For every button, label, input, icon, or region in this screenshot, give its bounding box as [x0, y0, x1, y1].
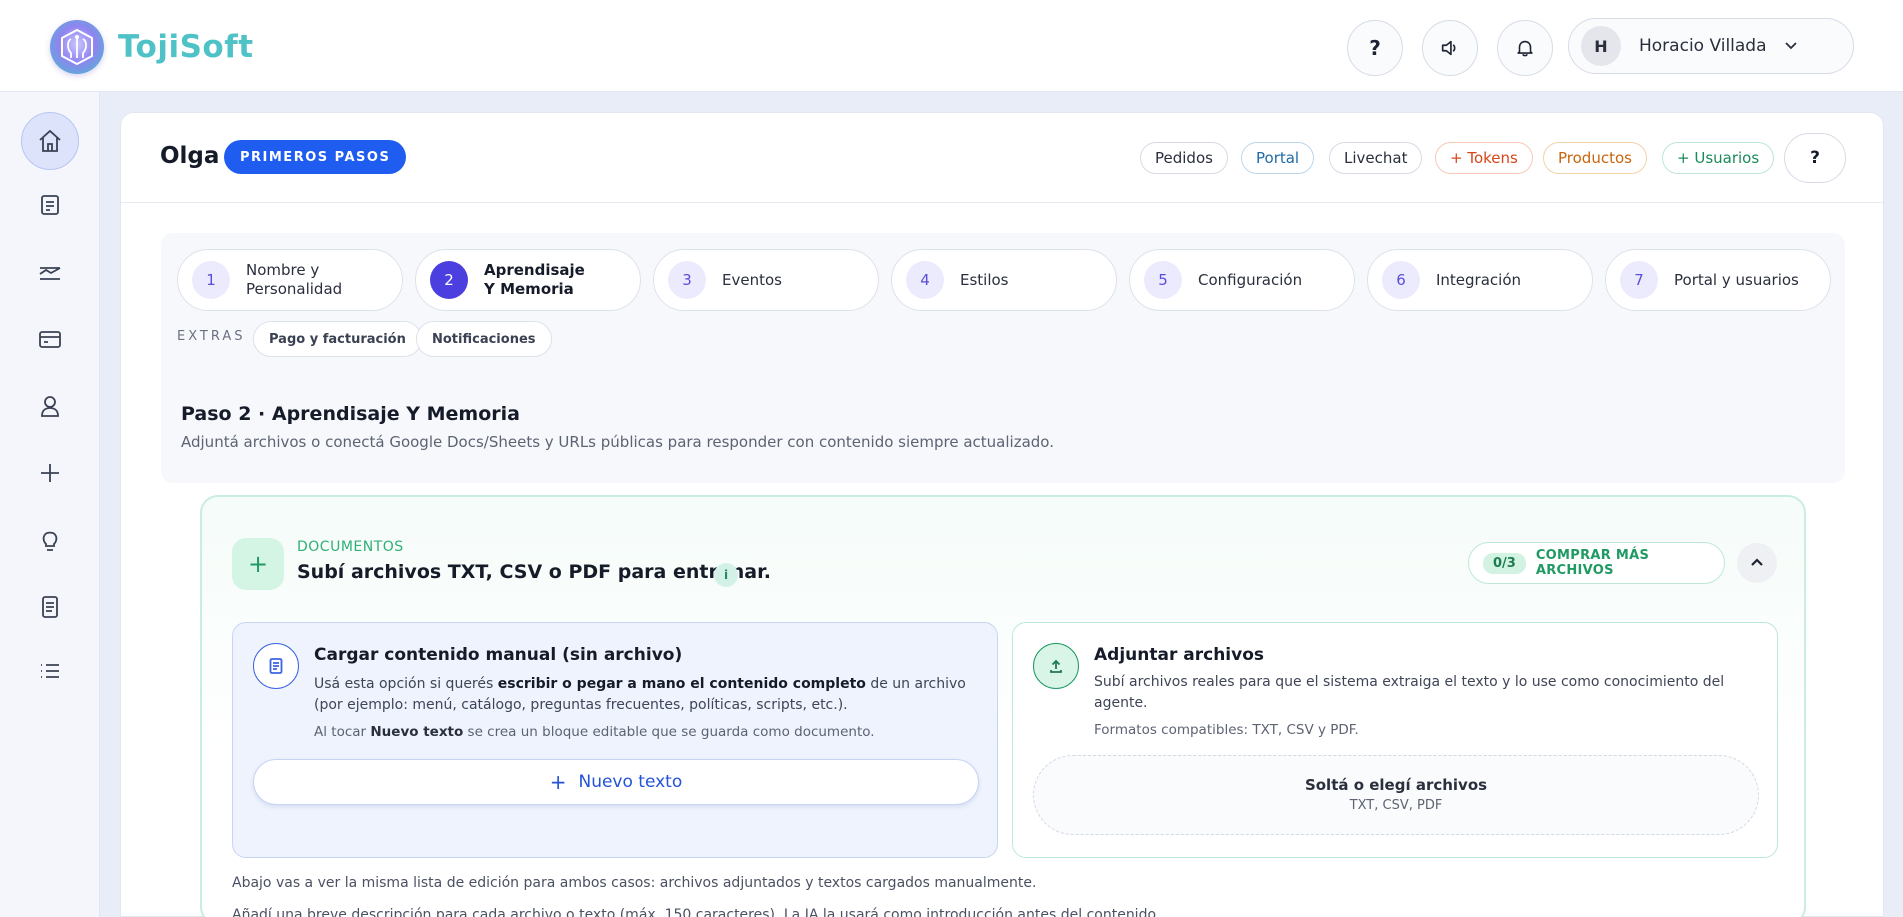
sidebar-item-ideas[interactable]	[21, 511, 79, 569]
step-3[interactable]: 3 Eventos	[653, 249, 879, 311]
help-icon: ?	[1369, 36, 1381, 60]
manual-content-panel: Cargar contenido manual (sin archivo) Us…	[232, 622, 998, 858]
logo-icon	[50, 20, 104, 74]
top-bar: TojiSoft ? H Horacio Villada	[0, 0, 1903, 92]
step-2[interactable]: 2 Aprendisaje Y Memoria	[415, 249, 641, 311]
sidebar-item-add[interactable]	[21, 444, 79, 502]
stepper: 1 Nombre y Personalidad 2 Aprendisaje Y …	[161, 233, 1845, 483]
step-heading: Paso 2 · Aprendisaje Y Memoria	[181, 403, 520, 425]
edit-list-note: Abajo vas a ver la misma lista de edició…	[232, 875, 1037, 891]
avatar: H	[1581, 26, 1621, 66]
description-note: Añadí una breve descripción para cada ar…	[232, 907, 1161, 917]
speaker-icon	[1441, 40, 1456, 56]
chip-pedidos[interactable]: Pedidos	[1140, 142, 1228, 174]
bell-icon	[1517, 40, 1533, 57]
step-4[interactable]: 4 Estilos	[891, 249, 1117, 311]
chip-usuarios[interactable]: + Usuarios	[1662, 142, 1775, 174]
app-name: TojiSoft	[118, 29, 254, 65]
chevron-down-icon	[1784, 39, 1797, 53]
extra-notificaciones[interactable]: Notificaciones	[416, 321, 552, 357]
sidebar-item-analytics[interactable]	[21, 243, 79, 301]
dropzone-formats: TXT, CSV, PDF	[1349, 798, 1443, 813]
buy-more-files-button[interactable]: 0/3 COMPRAR MÁS ARCHIVOS	[1468, 542, 1725, 584]
chart-icon	[39, 267, 61, 280]
upload-files-panel: Adjuntar archivos Subí archivos reales p…	[1012, 622, 1778, 858]
sidebar-item-notes[interactable]	[21, 578, 79, 636]
step-1[interactable]: 1 Nombre y Personalidad	[177, 249, 403, 311]
page-header: Olga PRIMEROS PASOS Pedidos Portal Livec…	[121, 113, 1883, 203]
document-icon	[41, 195, 59, 215]
sidebar-item-billing[interactable]	[21, 310, 79, 368]
documents-title: Subí archivos TXT, CSV o PDF para entren…	[297, 561, 771, 583]
text-document-icon	[253, 643, 299, 689]
main-panel: Olga PRIMEROS PASOS Pedidos Portal Livec…	[120, 112, 1884, 917]
chevron-up-icon	[1751, 558, 1763, 566]
files-count-badge: 0/3	[1483, 552, 1526, 574]
user-name: Horacio Villada	[1639, 36, 1767, 56]
notifications-button[interactable]	[1497, 20, 1553, 76]
notes-icon	[42, 596, 58, 618]
step-subtitle: Adjuntá archivos o conectá Google Docs/S…	[181, 433, 1054, 451]
list-icon	[41, 664, 59, 678]
sidebar-item-documents[interactable]	[21, 176, 79, 234]
upload-title: Adjuntar archivos	[1094, 645, 1264, 665]
help-button[interactable]: ?	[1347, 20, 1403, 76]
collapse-button[interactable]	[1737, 543, 1777, 583]
upload-description: Subí archivos reales para que el sistema…	[1094, 674, 1725, 711]
sidebar-item-home[interactable]	[21, 112, 79, 170]
sidebar-item-users[interactable]	[21, 377, 79, 435]
page-title: Olga	[160, 143, 220, 169]
extra-pago-facturacion[interactable]: Pago y facturación	[253, 321, 422, 357]
file-dropzone[interactable]: Soltá o elegí archivos TXT, CSV, PDF	[1033, 755, 1759, 835]
card-icon	[39, 331, 61, 348]
new-text-button[interactable]: + Nuevo texto	[253, 759, 979, 805]
primeros-pasos-badge[interactable]: PRIMEROS PASOS	[224, 140, 407, 174]
chip-productos[interactable]: Productos	[1543, 142, 1647, 174]
plus-icon	[41, 464, 59, 482]
extras-label: EXTRAS	[177, 329, 246, 344]
step-6[interactable]: 6 Integración	[1367, 249, 1593, 311]
documents-kicker: DOCUMENTOS	[297, 539, 404, 555]
upload-icon	[1033, 643, 1079, 689]
chip-livechat[interactable]: Livechat	[1329, 142, 1423, 174]
info-icon[interactable]: i	[714, 563, 738, 587]
plus-icon: +	[549, 770, 567, 794]
manual-content-note: Al tocar Nuevo texto se crea un bloque e…	[314, 724, 875, 740]
manual-content-description: Usá esta opción si querés escribir o peg…	[314, 676, 966, 713]
upload-formats-note: Formatos compatibles: TXT, CSV y PDF.	[1094, 722, 1359, 738]
manual-content-title: Cargar contenido manual (sin archivo)	[314, 645, 683, 665]
chip-tokens[interactable]: + Tokens	[1435, 142, 1533, 174]
lightbulb-icon	[42, 531, 58, 551]
step-5[interactable]: 5 Configuración	[1129, 249, 1355, 311]
sound-button[interactable]	[1422, 20, 1478, 76]
user-menu[interactable]: H Horacio Villada	[1568, 18, 1854, 74]
page-help-button[interactable]: ?	[1784, 133, 1846, 183]
sidebar-item-list[interactable]	[21, 642, 79, 700]
user-icon	[41, 396, 59, 417]
home-icon	[39, 129, 61, 152]
logo[interactable]: TojiSoft	[50, 20, 254, 74]
add-document-icon[interactable]: +	[232, 538, 284, 590]
documents-card: + DOCUMENTOS Subí archivos TXT, CSV o PD…	[200, 495, 1806, 917]
step-7[interactable]: 7 Portal y usuarios	[1605, 249, 1831, 311]
buy-more-files-label: COMPRAR MÁS ARCHIVOS	[1535, 548, 1650, 578]
sidebar	[0, 92, 100, 917]
chip-portal[interactable]: Portal	[1241, 142, 1315, 174]
dropzone-title: Soltá o elegí archivos	[1304, 776, 1488, 794]
new-text-label: Nuevo texto	[578, 772, 683, 792]
